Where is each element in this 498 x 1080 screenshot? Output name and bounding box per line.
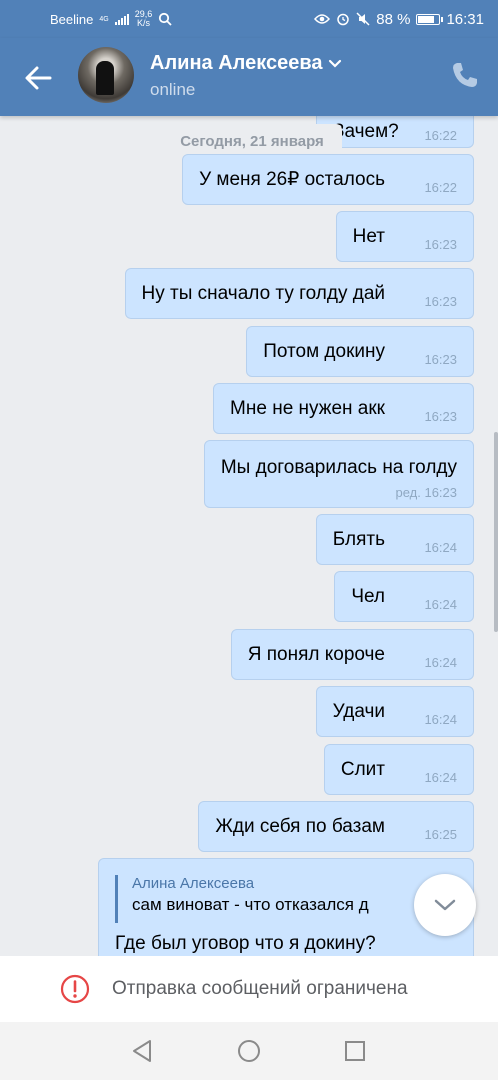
carrier-label: Beeline bbox=[50, 11, 94, 27]
message-bubble[interactable]: Мы договарилась на голду ред. 16:23 bbox=[203, 440, 474, 508]
eye-icon bbox=[314, 14, 331, 24]
avatar[interactable] bbox=[78, 47, 134, 103]
message-bubble[interactable]: Блять 16:24 bbox=[315, 514, 474, 565]
nav-home-icon[interactable] bbox=[236, 1038, 262, 1064]
status-bar: Beeline 4G 29,6 K/s 88 % 16:31 bbox=[0, 0, 498, 38]
system-nav-bar bbox=[0, 1022, 498, 1080]
clock: 16:31 bbox=[446, 10, 484, 28]
phone-icon[interactable] bbox=[450, 60, 480, 90]
message-list[interactable]: Зачем? 16:22 Сегодня, 21 января У меня 2… bbox=[0, 116, 498, 956]
nav-back-icon[interactable] bbox=[130, 1038, 156, 1064]
message-bubble[interactable]: Мне не нужен акк 16:23 bbox=[213, 383, 474, 434]
message-bubble[interactable]: Жди себя по базам 16:25 bbox=[198, 801, 474, 852]
message-bubble[interactable]: Чел 16:24 bbox=[334, 571, 474, 622]
contact-status: online bbox=[150, 80, 196, 99]
message-bubble[interactable]: Нет 16:23 bbox=[335, 211, 474, 262]
chevron-down-icon bbox=[434, 899, 456, 911]
nav-recents-icon[interactable] bbox=[342, 1038, 368, 1064]
message-bubble[interactable]: Ну ты сначало ту голду дай 16:23 bbox=[124, 268, 474, 319]
arrow-left-icon bbox=[25, 66, 52, 90]
chevron-down-icon bbox=[329, 59, 342, 68]
chat-header: Алина Алексеева online bbox=[0, 38, 498, 116]
mute-icon bbox=[356, 12, 370, 26]
message-bubble[interactable]: Я понял короче 16:24 bbox=[230, 629, 474, 680]
scrollbar[interactable] bbox=[494, 432, 498, 632]
network-type: 4G bbox=[99, 15, 109, 23]
search-icon bbox=[159, 12, 172, 26]
battery-percent: 88 % bbox=[376, 10, 411, 28]
message-bubble[interactable]: Удачи 16:24 bbox=[315, 686, 474, 737]
restriction-text: Отправка сообщений ограничена bbox=[112, 978, 408, 999]
date-separator: Сегодня, 21 января bbox=[162, 124, 342, 158]
signal-icon bbox=[114, 13, 129, 25]
battery-icon bbox=[416, 13, 444, 25]
network-speed: 29,6 K/s bbox=[134, 9, 153, 28]
scroll-down-button[interactable] bbox=[414, 874, 476, 936]
contact-name[interactable]: Алина Алексеева bbox=[150, 52, 342, 75]
exclamation-circle-icon bbox=[60, 974, 90, 1004]
message-bubble[interactable]: У меня 26₽ осталось 16:22 bbox=[182, 154, 474, 205]
message-bubble[interactable]: Слит 16:24 bbox=[323, 744, 474, 795]
message-bubble[interactable]: Потом докину 16:23 bbox=[246, 326, 474, 377]
reply-text: Где был уговор что я докину? bbox=[115, 933, 376, 954]
back-button[interactable] bbox=[20, 60, 56, 96]
alarm-icon bbox=[337, 13, 349, 26]
restriction-banner: Отправка сообщений ограничена bbox=[0, 956, 498, 1022]
